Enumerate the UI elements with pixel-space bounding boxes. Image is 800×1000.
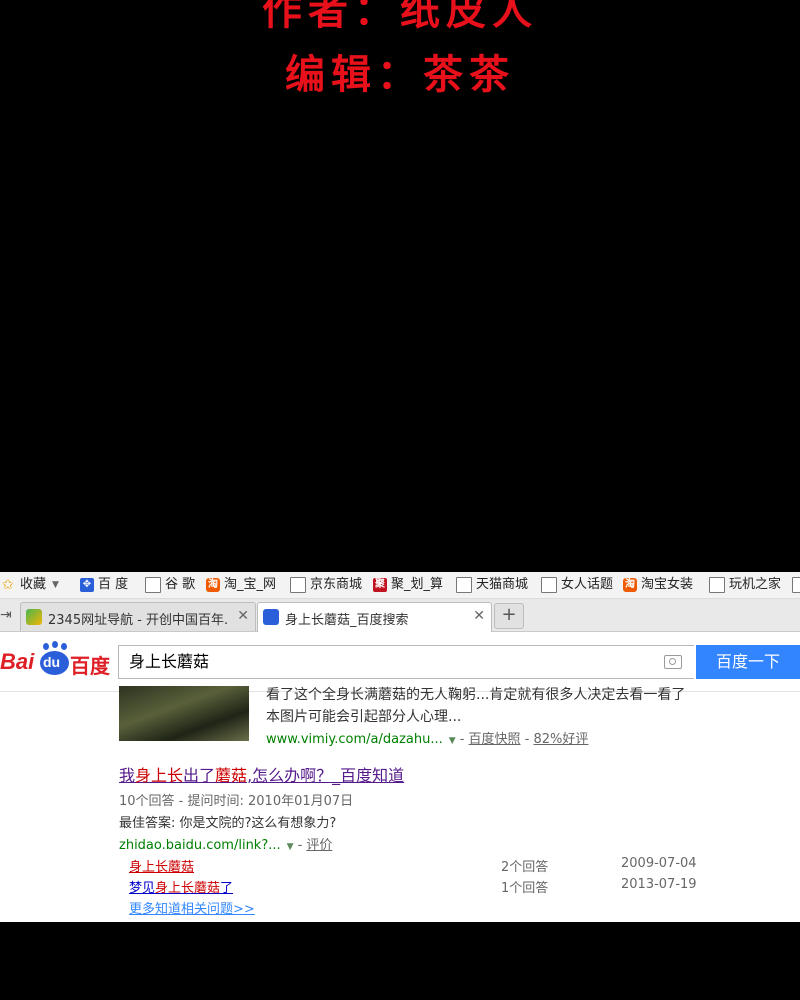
bookmark-baidu[interactable]: ✥ 百 度 (80, 576, 128, 594)
bookmark-label: 聚_划_算 (391, 577, 444, 592)
cache-link[interactable]: 百度快照 (469, 732, 521, 747)
chevron-down-icon: ▼ (52, 580, 59, 590)
related-question-row: 身上长蘑菇 2个回答 2009-07-04 (129, 856, 729, 876)
search-input[interactable]: 身上长蘑菇 (118, 645, 694, 679)
search-button[interactable]: 百度一下 (696, 645, 800, 679)
bookmark-label: 淘_宝_网 (224, 577, 277, 592)
answer-count: 2个回答 (501, 860, 549, 875)
camera-icon[interactable] (664, 655, 682, 669)
result-snippet: 看了这个全身长满蘑菇的无人鞠躬...肯定就有很多人决定去看一看了 (266, 687, 686, 703)
bookmark-label: 女人话题 (561, 577, 614, 592)
rate-link[interactable]: 评价 (306, 838, 332, 853)
page-icon (456, 577, 472, 593)
author-credit: 作者：纸皮人 (262, 0, 538, 34)
best-answer: 最佳答案: 你是文院的?这么有想象力? (119, 816, 337, 831)
result-title-link[interactable]: 我身上长出了蘑菇,怎么办啊？_百度知道 (119, 762, 404, 786)
star-icon: ✩ (2, 577, 14, 593)
logo-latin-text: Bai (0, 649, 35, 674)
result-url[interactable]: www.vimiy.com/a/dazahu... (266, 732, 443, 747)
bookmark-label: 京东商城 (310, 577, 363, 592)
logo-chinese-text: 百度 (70, 654, 110, 678)
more-related-link[interactable]: 更多知道相关问题>> (129, 898, 255, 917)
bookmark-taobao[interactable]: 淘 淘_宝_网 (206, 576, 276, 594)
chevron-down-icon[interactable]: ▼ (287, 842, 294, 852)
tab-label: 2345网址导航 - 开创中国百年... (48, 613, 228, 628)
bookmark-google[interactable]: 谷 歌 (145, 576, 195, 594)
search-results: 看了这个全身长满蘑菇的无人鞠躬...肯定就有很多人决定去看一看了 本图片可能会引… (0, 686, 800, 922)
tab-label: 身上长蘑菇_百度搜索 (285, 613, 409, 628)
bookmark-label: 淘宝女装 (641, 577, 694, 592)
bookmark-wanji[interactable]: 玩机之家 (709, 576, 781, 594)
bookmark-label: 天猫商城 (476, 577, 529, 592)
page-icon (290, 577, 306, 593)
answer-count: 1个回答 (501, 881, 549, 896)
juhuasuan-icon: 聚 (373, 578, 387, 592)
result-url[interactable]: zhidao.baidu.com/link?... (119, 838, 281, 853)
site-2345-icon (26, 609, 42, 625)
browser-window: ✩ 收藏 ▼ ✥ 百 度 谷 歌 淘 淘_宝_网 京东商城 聚 聚_划_算 天猫… (0, 572, 800, 922)
close-icon[interactable]: ✕ (473, 608, 485, 624)
bookmark-label: 玩机之家 (729, 577, 782, 592)
page-icon (145, 577, 161, 593)
page-icon (709, 577, 725, 593)
baidu-paw-icon (263, 609, 279, 625)
related-question-link[interactable]: 身上长蘑菇 (129, 856, 194, 875)
bookmark-women-topics[interactable]: 女人话题 (541, 576, 613, 594)
tab-bar: ⇥ 2345网址导航 - 开创中国百年... ✕ 身上长蘑菇_百度搜索 ✕ + (0, 599, 800, 632)
logo-du-text: du (43, 654, 61, 670)
bookmark-label: 收藏 (20, 577, 47, 592)
baidu-logo[interactable]: Bai du 百度 (0, 641, 112, 681)
result-snippet: 本图片可能会引起部分人心理... (266, 709, 462, 725)
chevron-down-icon[interactable]: ▼ (449, 736, 456, 746)
new-tab-button[interactable]: + (494, 603, 524, 629)
result-url-line: www.vimiy.com/a/dazahu... ▼ - 百度快照 - 82%好评 (266, 732, 589, 747)
bookmark-favorites[interactable]: ✩ 收藏 ▼ (2, 576, 59, 594)
rating-link[interactable]: 82%好评 (534, 732, 589, 747)
result-thumbnail[interactable] (119, 686, 249, 741)
bookmark-overflow[interactable] (792, 576, 800, 594)
related-question-row: 梦见身上长蘑菇了 1个回答 2013-07-19 (129, 877, 729, 897)
taobao-icon: 淘 (206, 578, 220, 592)
result-meta: 10个回答 - 提问时间: 2010年01月07日 (119, 794, 354, 809)
bookmark-taobao-women[interactable]: 淘 淘宝女装 (623, 576, 693, 594)
bookmark-tmall[interactable]: 天猫商城 (456, 576, 528, 594)
tab-2345-nav[interactable]: 2345网址导航 - 开创中国百年... ✕ (20, 602, 256, 631)
editor-credit: 编辑：茶茶 (285, 51, 515, 98)
taobao-icon: 淘 (623, 578, 637, 592)
page-icon (541, 577, 557, 593)
arrow-right-icon[interactable]: ⇥ (0, 607, 12, 623)
comic-credits: 作者：纸皮人 编辑：茶茶 (0, 0, 800, 100)
baidu-paw-icon: ✥ (80, 578, 94, 592)
bookmark-label: 百 度 (98, 577, 129, 592)
question-date: 2013-07-19 (621, 877, 697, 892)
bookmark-jd[interactable]: 京东商城 (290, 576, 362, 594)
result-url-line: zhidao.baidu.com/link?... ▼ - 评价 (119, 838, 333, 853)
related-question-link[interactable]: 梦见身上长蘑菇了 (129, 877, 233, 896)
question-date: 2009-07-04 (621, 856, 697, 871)
bookmark-label: 谷 歌 (165, 577, 196, 592)
page-icon (792, 577, 800, 593)
close-icon[interactable]: ✕ (237, 608, 249, 624)
tab-baidu-search[interactable]: 身上长蘑菇_百度搜索 ✕ (257, 602, 492, 632)
bookmarks-bar: ✩ 收藏 ▼ ✥ 百 度 谷 歌 淘 淘_宝_网 京东商城 聚 聚_划_算 天猫… (0, 572, 800, 599)
bookmark-juhuasuan[interactable]: 聚 聚_划_算 (373, 576, 443, 594)
